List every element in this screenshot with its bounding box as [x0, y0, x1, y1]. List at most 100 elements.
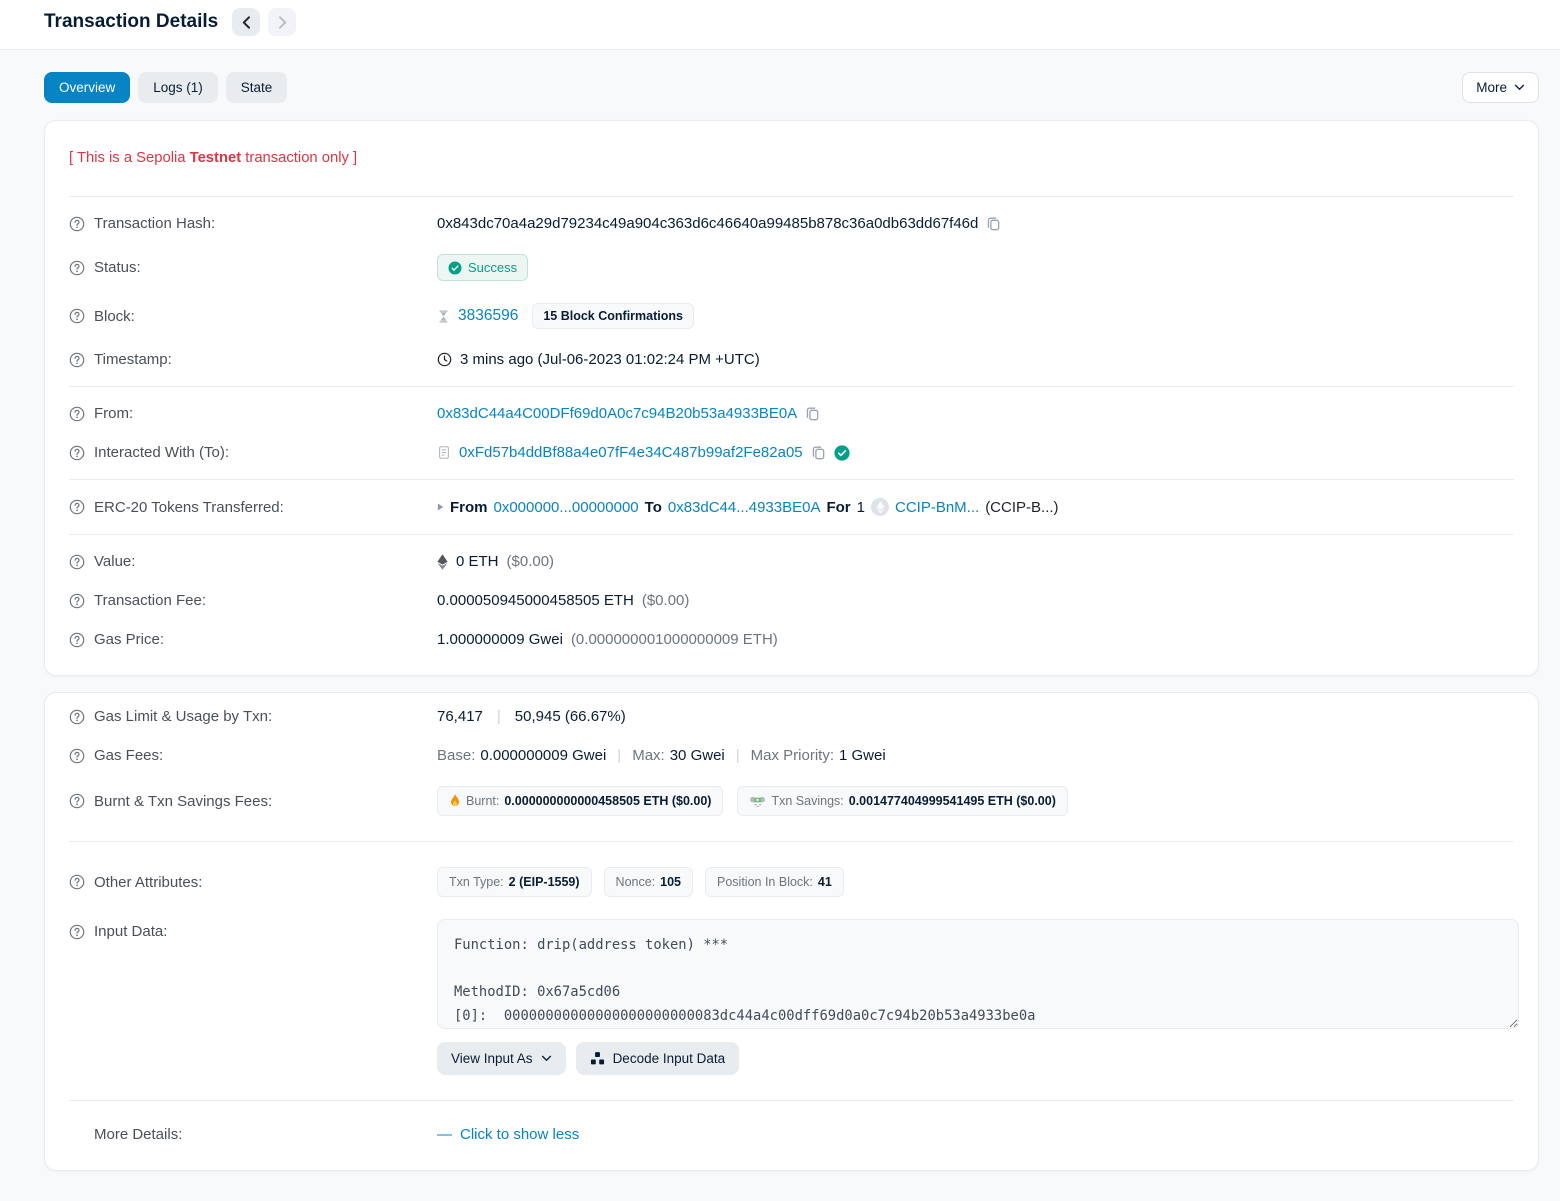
nonce-value: 105 — [660, 875, 681, 889]
copy-icon[interactable] — [986, 216, 1001, 231]
row-gas-price: Gas Price: 1.000000009 Gwei (0.000000001… — [69, 620, 1514, 659]
gas-price-label: Gas Price: — [94, 631, 164, 648]
position-in-block-label: Position In Block: — [717, 875, 813, 889]
help-icon[interactable] — [69, 593, 85, 609]
tab-logs[interactable]: Logs (1) — [138, 72, 218, 103]
decode-input-data-label: Decode Input Data — [613, 1051, 726, 1066]
gas-fees-label: Gas Fees: — [94, 747, 163, 764]
from-label: From: — [94, 405, 133, 422]
transfer-amount: 1 — [857, 499, 865, 516]
input-data-textarea[interactable]: Function: drip(address token) *** Method… — [437, 919, 1519, 1029]
max-priority-fee-value: 1 Gwei — [839, 747, 886, 764]
row-value: Value: 0 ETH ($0.00) — [69, 542, 1514, 581]
view-input-as-button[interactable]: View Input As — [437, 1042, 566, 1075]
divider — [69, 1100, 1514, 1101]
help-icon[interactable] — [69, 554, 85, 570]
hourglass-icon — [437, 309, 450, 324]
gas-limit-usage-label: Gas Limit & Usage by Txn: — [94, 708, 272, 725]
contract-address-link[interactable]: 0xFd57b4ddBf88a4e07fF4e34C487b99af2Fe82a… — [459, 444, 803, 461]
chevron-down-icon — [1514, 84, 1525, 91]
clock-icon — [437, 352, 452, 367]
status-value: Success — [468, 260, 517, 275]
interacted-with-label: Interacted With (To): — [94, 444, 229, 461]
token-name-link[interactable]: CCIP-BnM... — [895, 499, 979, 516]
erc20-transfers-label: ERC-20 Tokens Transferred: — [94, 499, 284, 516]
row-more-details: More Details: — Click to show less — [69, 1115, 1514, 1154]
help-icon[interactable] — [69, 709, 85, 725]
divider — [69, 386, 1514, 387]
transaction-fee-usd: ($0.00) — [642, 592, 690, 609]
token-symbol: (CCIP-B...) — [985, 499, 1058, 516]
value-label: Value: — [94, 553, 135, 570]
transaction-fee-eth: 0.000050945000458505 ETH — [437, 592, 634, 609]
help-icon[interactable] — [69, 499, 85, 515]
txn-savings-value: 0.001477404999541495 ETH ($0.00) — [849, 794, 1056, 808]
check-circle-icon — [448, 261, 462, 275]
prev-transaction-button[interactable] — [232, 8, 260, 36]
burnt-value: 0.000000000000458505 ETH ($0.00) — [504, 794, 711, 808]
transfer-to-address[interactable]: 0x83dC44...4933BE0A — [668, 499, 821, 516]
position-in-block-badge: Position In Block: 41 — [705, 867, 844, 897]
token-logo-icon — [871, 498, 889, 516]
transfer-for-label: For — [826, 499, 850, 516]
separator: | — [611, 747, 627, 764]
copy-icon[interactable] — [805, 406, 820, 421]
divider — [69, 479, 1514, 480]
contract-file-icon — [437, 445, 451, 460]
help-icon[interactable] — [69, 874, 85, 890]
overview-card: [ This is a Sepolia Testnet transaction … — [44, 120, 1539, 676]
fire-icon — [449, 794, 461, 808]
burnt-fee-badge: Burnt: 0.000000000000458505 ETH ($0.00) — [437, 786, 723, 816]
block-number-link[interactable]: 3836596 — [458, 307, 518, 325]
row-input-data: Input Data: Function: drip(address token… — [69, 908, 1514, 1086]
timestamp-label: Timestamp: — [94, 351, 172, 368]
separator: | — [730, 747, 746, 764]
row-burnt-savings: Burnt & Txn Savings Fees: Burnt: 0.00000… — [69, 775, 1514, 827]
help-icon[interactable] — [69, 260, 85, 276]
help-icon[interactable] — [69, 445, 85, 461]
tab-overview[interactable]: Overview — [44, 72, 130, 103]
help-icon[interactable] — [69, 793, 85, 809]
row-other-attributes: Other Attributes: Txn Type: 2 (EIP-1559)… — [69, 856, 1514, 908]
from-address-link[interactable]: 0x83dC44a4C00DFf69d0A0c7c94B20b53a4933BE… — [437, 405, 797, 422]
more-button[interactable]: More — [1462, 72, 1539, 103]
divider — [69, 196, 1514, 197]
help-icon[interactable] — [69, 924, 85, 940]
copy-icon[interactable] — [811, 445, 826, 460]
help-icon[interactable] — [69, 308, 85, 324]
transaction-hash-value: 0x843dc70a4a29d79234c49a904c363d6c46640a… — [437, 215, 978, 232]
divider — [69, 534, 1514, 535]
next-transaction-button[interactable] — [268, 8, 296, 36]
txn-savings-label: Txn Savings: — [771, 794, 843, 808]
show-less-label: Click to show less — [460, 1126, 579, 1143]
transfer-to-label: To — [645, 499, 662, 516]
page-header: Transaction Details — [0, 0, 1560, 50]
transaction-hash-label: Transaction Hash: — [94, 215, 215, 232]
max-priority-fee-label: Max Priority: — [751, 747, 834, 764]
tab-state[interactable]: State — [226, 72, 288, 103]
eth-icon — [437, 554, 448, 570]
base-fee-value: 0.000000009 Gwei — [480, 747, 606, 764]
help-icon[interactable] — [69, 406, 85, 422]
transfer-from-address[interactable]: 0x000000...00000000 — [494, 499, 639, 516]
chevron-down-icon — [541, 1055, 552, 1062]
nonce-badge: Nonce: 105 — [604, 867, 693, 897]
warning-text-bold: Testnet — [190, 150, 242, 166]
page-title: Transaction Details — [44, 11, 218, 33]
help-icon[interactable] — [69, 748, 85, 764]
row-interacted-with: Interacted With (To): 0xFd57b4ddBf88a4e0… — [69, 433, 1514, 472]
burnt-savings-label: Burnt & Txn Savings Fees: — [94, 793, 272, 810]
row-gas-limit-usage: Gas Limit & Usage by Txn: 76,417 | 50,94… — [69, 697, 1514, 736]
txn-type-badge: Txn Type: 2 (EIP-1559) — [437, 867, 592, 897]
help-icon[interactable] — [69, 632, 85, 648]
txn-type-value: 2 (EIP-1559) — [509, 875, 580, 889]
decode-input-data-button[interactable]: Decode Input Data — [576, 1042, 740, 1075]
help-icon[interactable] — [69, 216, 85, 232]
show-less-toggle[interactable]: — Click to show less — [437, 1126, 579, 1143]
position-in-block-value: 41 — [818, 875, 832, 889]
help-icon[interactable] — [69, 352, 85, 368]
max-fee-value: 30 Gwei — [670, 747, 725, 764]
burnt-label: Burnt: — [466, 794, 499, 808]
row-erc20-transfers: ERC-20 Tokens Transferred: From 0x000000… — [69, 487, 1514, 527]
erc20-transfer-item: From 0x000000...00000000 To 0x83dC44...4… — [437, 498, 1514, 516]
